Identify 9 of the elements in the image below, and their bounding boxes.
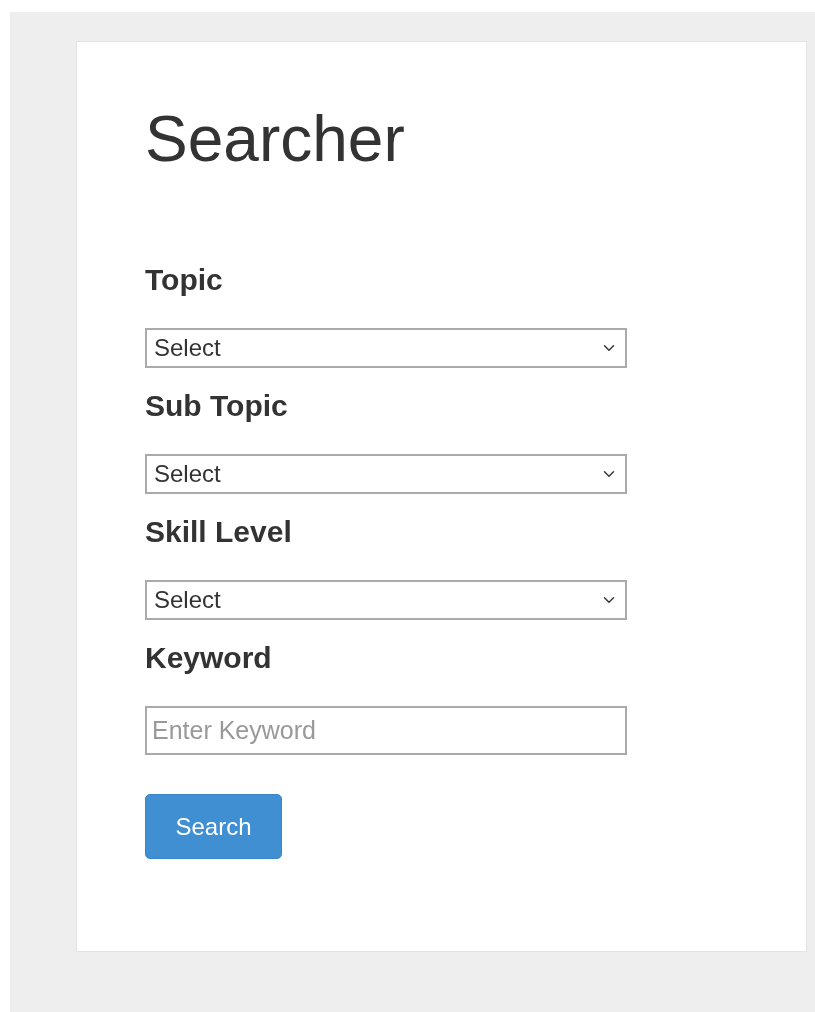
field-label: Skill Level — [145, 514, 293, 551]
select-field[interactable]: Select — [145, 454, 627, 495]
field-label: Keyword — [145, 640, 273, 677]
select-field[interactable]: Select — [145, 580, 627, 621]
select-field[interactable]: Select — [145, 328, 627, 369]
field-label: Topic — [145, 262, 224, 299]
field-label: Sub Topic — [145, 388, 289, 425]
page-title: Searcher — [145, 104, 406, 175]
input-field[interactable]: Enter Keyword — [145, 706, 627, 756]
